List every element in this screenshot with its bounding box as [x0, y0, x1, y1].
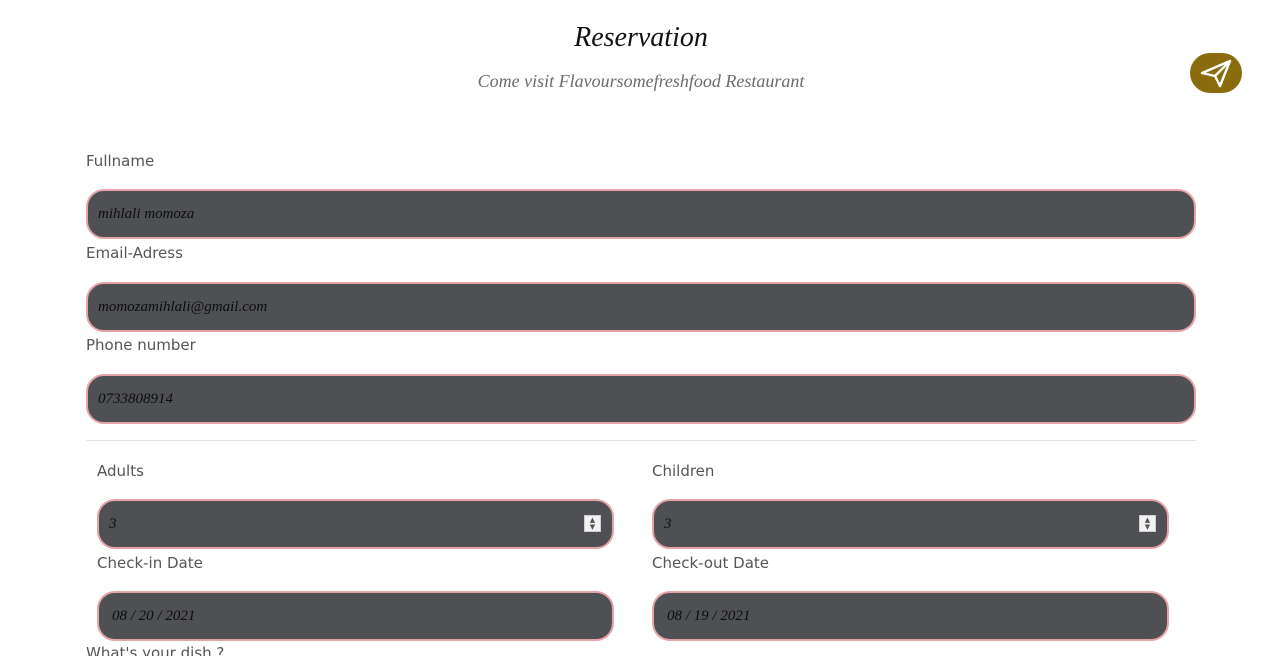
paper-plane-icon: [1200, 59, 1232, 88]
chevron-down-icon: ▼: [589, 522, 596, 531]
adults-stepper[interactable]: ▲ ▼: [584, 515, 601, 532]
children-stepper[interactable]: ▲ ▼: [1139, 515, 1156, 532]
checkin-field[interactable]: 08 / 20 / 2021: [97, 591, 614, 641]
checkin-label: Check-in Date: [97, 554, 203, 572]
checkout-field[interactable]: 08 / 19 / 2021: [652, 591, 1169, 641]
send-button[interactable]: [1190, 53, 1242, 93]
adults-label: Adults: [97, 462, 144, 480]
email-field[interactable]: [86, 282, 1196, 332]
phone-label: Phone number: [86, 336, 196, 354]
email-label: Email-Adress: [86, 244, 183, 262]
page-title: Reservation: [574, 22, 708, 53]
checkout-date-value[interactable]: 08 / 19 / 2021: [654, 608, 1167, 625]
fullname-field[interactable]: [86, 189, 1196, 239]
phone-field[interactable]: [86, 374, 1196, 424]
phone-input[interactable]: [88, 390, 1194, 408]
children-input[interactable]: [654, 515, 1167, 533]
dish-label: What's your dish ?: [86, 644, 225, 656]
section-divider: [86, 440, 1196, 441]
checkin-date-value[interactable]: 08 / 20 / 2021: [99, 608, 612, 625]
checkout-label: Check-out Date: [652, 554, 770, 572]
children-label: Children: [652, 462, 715, 480]
adults-input[interactable]: [99, 515, 612, 533]
fullname-input[interactable]: [88, 205, 1194, 223]
email-input[interactable]: [88, 298, 1194, 316]
children-field[interactable]: ▲ ▼: [652, 499, 1169, 549]
adults-field[interactable]: ▲ ▼: [97, 499, 614, 549]
fullname-label: Fullname: [86, 152, 155, 170]
page-subtitle: Come visit Flavoursomefreshfood Restaura…: [477, 71, 805, 91]
chevron-down-icon: ▼: [1144, 522, 1151, 531]
